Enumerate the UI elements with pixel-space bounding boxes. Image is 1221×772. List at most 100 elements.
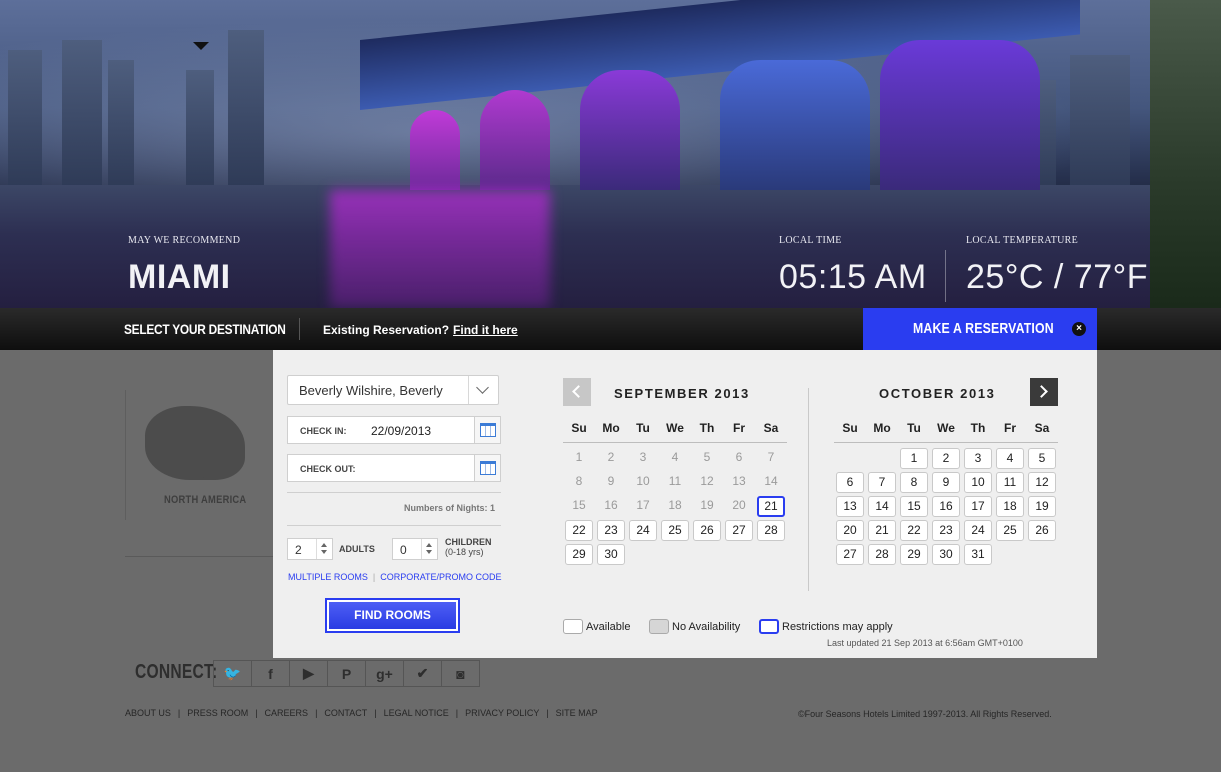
prev-month-button[interactable] <box>563 378 591 406</box>
calendar-day: 8 <box>575 474 583 488</box>
find-rooms-button[interactable]: FIND ROOMS <box>325 598 460 633</box>
calendar-day[interactable]: 13 <box>836 496 864 517</box>
calendar-day[interactable]: 24 <box>629 520 657 541</box>
footer-link[interactable]: SITE MAP <box>556 708 598 718</box>
region-north-america[interactable]: NORTH AMERICA <box>125 390 273 520</box>
next-month-button[interactable] <box>1030 378 1058 406</box>
weekday-label: Tu <box>636 421 650 435</box>
dropdown-toggle[interactable] <box>468 376 498 404</box>
calendar-day[interactable]: 28 <box>868 544 896 565</box>
facebook-icon[interactable]: f <box>251 660 290 687</box>
calendar-day[interactable]: 29 <box>565 544 593 565</box>
google-plus-icon[interactable]: g+ <box>365 660 404 687</box>
close-icon[interactable]: × <box>1072 322 1086 336</box>
calendar-day[interactable]: 30 <box>932 544 960 565</box>
calendar-day[interactable]: 26 <box>693 520 721 541</box>
calendar-day: 1 <box>575 450 583 464</box>
calendar-day[interactable]: 31 <box>964 544 992 565</box>
weekday-label: Mo <box>873 421 891 435</box>
footer-link[interactable]: PRESS ROOM <box>187 708 248 718</box>
calendar-day[interactable]: 29 <box>900 544 928 565</box>
calendar-day[interactable]: 4 <box>996 448 1024 469</box>
legend-swatch-no-availability <box>649 619 669 634</box>
pinterest-icon[interactable]: P <box>327 660 366 687</box>
nav-separator <box>299 318 300 340</box>
calendar-day[interactable]: 3 <box>964 448 992 469</box>
arrow-down-icon[interactable] <box>321 550 327 554</box>
calendar-day[interactable]: 2 <box>932 448 960 469</box>
calendar-day[interactable]: 25 <box>661 520 689 541</box>
chevron-right-icon <box>1035 385 1048 398</box>
skyline-building <box>108 60 134 190</box>
check-out-field[interactable]: CHECK OUT: <box>287 454 501 482</box>
footer-link[interactable]: PRIVACY POLICY <box>465 708 539 718</box>
calendar-day[interactable]: 5 <box>1028 448 1056 469</box>
footer-link[interactable]: CONTACT <box>324 708 367 718</box>
footer-link[interactable]: CAREERS <box>265 708 309 718</box>
make-reservation-tab[interactable]: MAKE A RESERVATION × <box>863 308 1097 350</box>
calendar-day[interactable]: 30 <box>597 544 625 565</box>
arrow-up-icon[interactable] <box>426 543 432 547</box>
calendar-day[interactable]: 6 <box>836 472 864 493</box>
instagram-icon[interactable]: ◙ <box>441 660 480 687</box>
calendar-day[interactable]: 27 <box>725 520 753 541</box>
calendar-day[interactable]: 24 <box>964 520 992 541</box>
calendar-day[interactable]: 27 <box>836 544 864 565</box>
footer-link[interactable]: ABOUT US <box>125 708 171 718</box>
calendar-day[interactable]: 7 <box>868 472 896 493</box>
twitter-icon[interactable]: 🐦 <box>213 660 252 687</box>
calendar-day[interactable]: 11 <box>996 472 1024 493</box>
arrow-up-icon[interactable] <box>321 543 327 547</box>
calendar-day[interactable]: 1 <box>900 448 928 469</box>
calendar-day[interactable]: 14 <box>868 496 896 517</box>
corporate-promo-link[interactable]: CORPORATE/PROMO CODE <box>380 572 501 582</box>
multiple-rooms-link[interactable]: MULTIPLE ROOMS <box>288 572 368 582</box>
bridge-arch <box>880 40 1040 190</box>
arrow-down-icon[interactable] <box>426 550 432 554</box>
weekday-label: Th <box>699 421 715 435</box>
calendar-day: 15 <box>572 498 586 512</box>
calendar-day[interactable]: 12 <box>1028 472 1056 493</box>
calendar-day[interactable]: 22 <box>565 520 593 541</box>
legend-no-availability: No Availability <box>649 619 740 634</box>
footer-link[interactable]: LEGAL NOTICE <box>384 708 449 718</box>
legend-available: Available <box>563 619 630 634</box>
calendar-day[interactable]: 21 <box>868 520 896 541</box>
calendar-day[interactable]: 20 <box>836 520 864 541</box>
calendar-day[interactable]: 15 <box>900 496 928 517</box>
adults-stepper-arrows[interactable] <box>316 539 332 559</box>
calendar-day[interactable]: 9 <box>932 472 960 493</box>
calendar-day: 3 <box>639 450 647 464</box>
calendar-day[interactable]: 25 <box>996 520 1024 541</box>
calendar-day[interactable]: 16 <box>932 496 960 517</box>
calendar-day[interactable]: 23 <box>932 520 960 541</box>
calendar-day[interactable]: 19 <box>1028 496 1056 517</box>
adults-stepper[interactable]: 2 <box>287 538 333 560</box>
weekday-label: Th <box>970 421 986 435</box>
children-stepper-arrows[interactable] <box>421 539 437 559</box>
check-out-calendar-button[interactable] <box>474 455 500 481</box>
skyline-building <box>8 50 42 190</box>
check-in-calendar-button[interactable] <box>474 417 500 443</box>
calendar-day[interactable]: 18 <box>996 496 1024 517</box>
weekday-label: We <box>937 421 955 435</box>
calendar-day[interactable]: 28 <box>757 520 785 541</box>
calendar-day[interactable]: 26 <box>1028 520 1056 541</box>
calendar-day: 19 <box>700 498 714 512</box>
destination-select[interactable]: Beverly Wilshire, Beverly <box>287 375 499 405</box>
youtube-icon[interactable]: ▶ <box>289 660 328 687</box>
check-in-field[interactable]: CHECK IN: 22/09/2013 <box>287 416 501 444</box>
calendar-day: 12 <box>700 474 714 488</box>
calendar-day[interactable]: 8 <box>900 472 928 493</box>
calendar-day[interactable]: 22 <box>900 520 928 541</box>
calendar-day[interactable]: 21 <box>757 496 785 517</box>
calendar-day[interactable]: 23 <box>597 520 625 541</box>
copyright: ©Four Seasons Hotels Limited 1997-2013. … <box>798 709 1052 719</box>
calendar-day[interactable]: 10 <box>964 472 992 493</box>
find-it-here-link[interactable]: Find it here <box>453 323 518 337</box>
children-stepper[interactable]: 0 <box>392 538 438 560</box>
checkin-icon[interactable]: ✔ <box>403 660 442 687</box>
select-destination-tab[interactable]: SELECT YOUR DESTINATION <box>124 321 286 337</box>
calendar-day: 6 <box>735 450 743 464</box>
calendar-day[interactable]: 17 <box>964 496 992 517</box>
